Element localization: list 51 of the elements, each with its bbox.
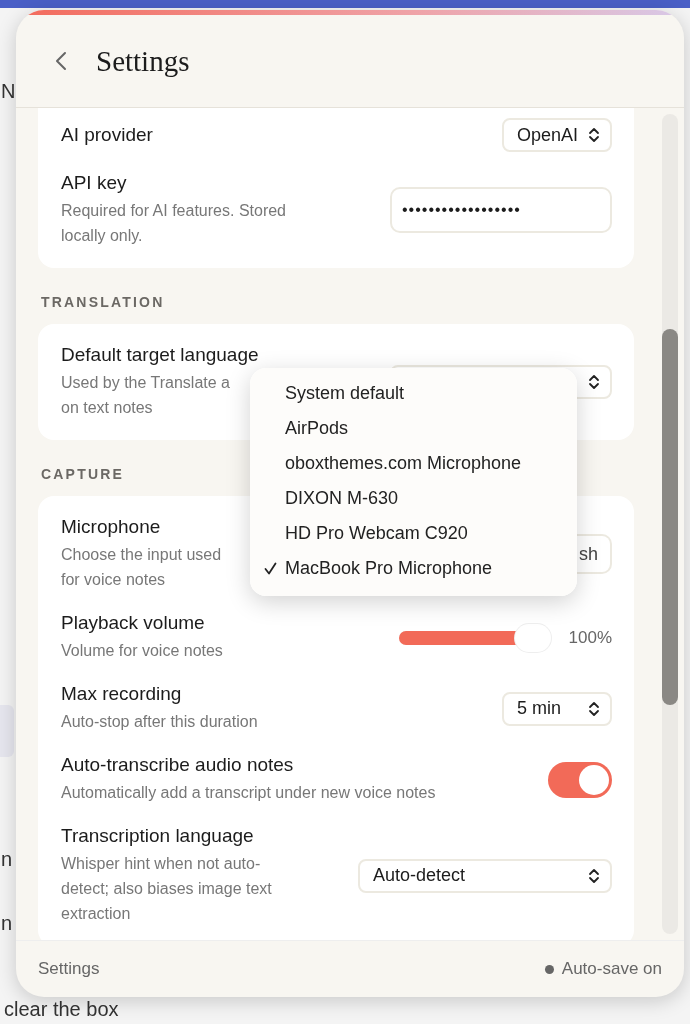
setting-label: Auto-transcribe audio notes bbox=[61, 754, 295, 776]
setting-description: Auto-stop after this duration bbox=[61, 712, 258, 732]
setting-description: extraction bbox=[61, 904, 132, 924]
setting-label: Playback volume bbox=[61, 612, 206, 634]
setting-label: Microphone bbox=[61, 516, 162, 538]
volume-reading: 100% bbox=[568, 627, 612, 648]
background-text: clear the box bbox=[4, 998, 119, 1021]
setting-description: for voice notes bbox=[61, 570, 167, 590]
window-title: Settings bbox=[96, 44, 190, 78]
background-text: n bbox=[1, 912, 13, 935]
setting-label: Default target language bbox=[61, 344, 259, 366]
menu-item[interactable]: oboxthemes.com Microphone bbox=[250, 446, 577, 481]
section-heading: TRANSLATION bbox=[40, 293, 165, 312]
setting-description: Whisper hint when not auto- bbox=[61, 854, 262, 874]
background-text: n bbox=[1, 848, 13, 871]
chevron-up-down-icon bbox=[588, 126, 600, 144]
menu-item[interactable]: DIXON M-630 bbox=[250, 481, 577, 516]
background-text: N bbox=[1, 80, 16, 103]
toggle-switch[interactable] bbox=[548, 761, 612, 798]
setting-description: Used by the Translate a bbox=[61, 373, 231, 393]
setting-label: Max recording bbox=[61, 683, 183, 705]
menu-item[interactable]: System default bbox=[250, 376, 577, 411]
setting-description: Automatically add a transcript under new voice notes bbox=[61, 783, 436, 803]
section-heading: CAPTURE bbox=[40, 465, 125, 484]
background-thumbnail bbox=[0, 705, 14, 757]
select-field[interactable]: OpenAI bbox=[502, 118, 612, 152]
chevron-up-down-icon bbox=[588, 866, 600, 885]
select-field[interactable]: Auto-detect bbox=[358, 858, 612, 893]
microphone-button[interactable]: sh bbox=[576, 534, 612, 574]
setting-description: Choose the input used bbox=[61, 545, 222, 565]
setting-label: Transcription language bbox=[61, 825, 255, 847]
api-key-field[interactable]: •••••••••••••••••• bbox=[390, 187, 612, 233]
volume-slider-track[interactable] bbox=[398, 623, 551, 652]
setting-label: API key bbox=[61, 172, 128, 194]
chevron-up-down-icon bbox=[588, 373, 600, 391]
slider-thumb[interactable] bbox=[514, 623, 551, 652]
setting-description: Volume for voice notes bbox=[61, 641, 223, 661]
setting-description: detect; also biases image text bbox=[61, 879, 272, 899]
menu-item[interactable]: MacBook Pro Microphone bbox=[250, 551, 577, 586]
setting-description: Required for AI features. Stored bbox=[61, 201, 286, 221]
scrollbar[interactable] bbox=[662, 114, 678, 934]
setting-label: AI provider bbox=[61, 124, 153, 146]
setting-description: on text notes bbox=[61, 398, 154, 418]
select-field[interactable]: 5 min bbox=[502, 691, 612, 726]
status-dot bbox=[544, 964, 554, 974]
menu-item[interactable]: HD Pro Webcam C920 bbox=[250, 516, 577, 551]
footer-label: Settings bbox=[38, 959, 100, 979]
chevron-up-down-icon bbox=[588, 699, 600, 718]
setting-description: locally only. bbox=[61, 226, 144, 246]
menu-item[interactable]: AirPods bbox=[250, 411, 577, 446]
autosave-status: Auto-save on bbox=[561, 959, 662, 979]
